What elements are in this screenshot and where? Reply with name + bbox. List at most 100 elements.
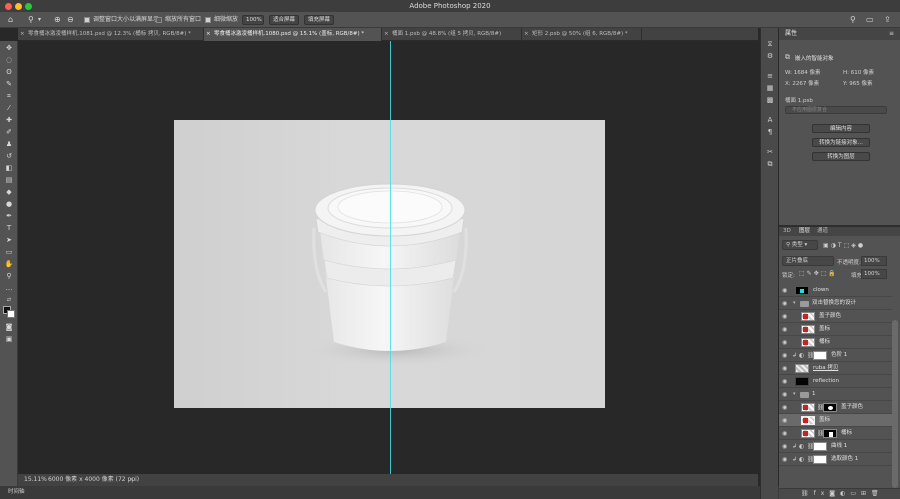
zoom-out-icon[interactable]: ⊖ <box>67 12 74 28</box>
visibility-eye-icon[interactable]: ◉ <box>782 339 787 346</box>
chevron-down-icon[interactable]: ▾ <box>793 297 796 310</box>
tab-close-icon[interactable]: × <box>384 28 389 41</box>
layer-name[interactable]: 桶标 <box>841 427 852 440</box>
fit-screen-button[interactable]: 适合屏幕 <box>269 15 299 25</box>
rectangle-tool-icon[interactable]: ▭ <box>3 248 15 257</box>
layer-filter-select[interactable]: ⚲ 类型 ▾ <box>782 240 818 250</box>
layer-row-selective-color[interactable]: ◉ ↲ ◐ ⛓ 选取颜色 1 <box>779 453 892 466</box>
layer-name[interactable]: clown <box>813 284 829 297</box>
layer-name[interactable]: 桶标 <box>819 336 830 349</box>
opacity-input[interactable]: 100% <box>861 256 887 266</box>
zoom-100-button[interactable]: 100% <box>242 15 264 25</box>
tab-3d[interactable]: 3D <box>783 227 791 236</box>
quick-mask-icon[interactable]: ◙ <box>3 323 15 332</box>
crop-tool-icon[interactable]: ⌗ <box>3 92 15 101</box>
visibility-eye-icon[interactable]: ◉ <box>782 443 787 450</box>
tab-bucket-psb[interactable]: × 桶面 1.psb @ 48.8% (组 5 拷贝, RGB/8#) <box>382 28 522 41</box>
timeline-label[interactable]: 时间轴 <box>8 486 25 499</box>
layer-name[interactable]: 曲线 1 <box>831 440 847 453</box>
layer-row-lid-label[interactable]: ◉ 盖标 <box>779 323 892 336</box>
convert-to-linked-button[interactable]: 转换为链接对象... <box>812 138 870 147</box>
filter-icons[interactable]: ▣◑T⬚◈● <box>823 242 865 249</box>
tab-doc-1081[interactable]: × 零食桶冰激凌桶样机.1081.psd @ 12.3% (桶标 拷贝, RGB/… <box>18 28 204 41</box>
visibility-eye-icon[interactable]: ◉ <box>782 300 787 307</box>
marquee-tool-icon[interactable]: ◌ <box>3 56 15 65</box>
panel-menu-icon[interactable]: ≡ <box>889 28 894 40</box>
adjust-icon[interactable]: ⚙ <box>765 52 775 60</box>
brush-tool-icon[interactable]: ✐ <box>3 128 15 137</box>
layer-row-levels[interactable]: ◉ ↲ ◐ ⛓ 色阶 1 <box>779 349 892 362</box>
channels-icon[interactable]: ▦ <box>765 84 775 92</box>
minimize-window-button[interactable] <box>15 3 22 10</box>
layer-row-group-design[interactable]: ◉ ▾ 双击替换您的设计 <box>779 297 892 310</box>
layer-row-ruba-copy[interactable]: ◉ ruba 拷贝 <box>779 362 892 375</box>
visibility-eye-icon[interactable]: ◉ <box>782 365 787 372</box>
layer-row-clown[interactable]: ◉ clown <box>779 284 892 297</box>
layer-row-bucket-label[interactable]: ◉ 桶标 <box>779 336 892 349</box>
fill-screen-button[interactable]: 填充屏幕 <box>304 15 334 25</box>
more-tools-icon[interactable]: … <box>3 284 15 293</box>
visibility-eye-icon[interactable]: ◉ <box>782 456 787 463</box>
lasso-tool-icon[interactable]: ʘ <box>3 68 15 77</box>
tab-doc-1080[interactable]: × 零食桶冰激凌桶样机.1080.psd @ 15.1% (盖标, RGB/8#)… <box>204 28 382 41</box>
layer-row-lid-color-masked[interactable]: ◉ ⛓ 盖子颜色 <box>779 401 892 414</box>
layer-action-icons[interactable]: ⛓fx◙◐▭⊞🗑 <box>801 490 884 497</box>
blend-mode-select[interactable]: 正片叠底 <box>782 256 834 266</box>
tools-icon[interactable]: ✂ <box>765 148 775 156</box>
layer-name[interactable]: 盖子颜色 <box>819 310 841 323</box>
background-color-swatch[interactable] <box>7 310 15 318</box>
tab-close-icon[interactable]: × <box>206 28 211 41</box>
y-field[interactable]: Y: 965 像素 <box>843 79 872 87</box>
visibility-eye-icon[interactable]: ◉ <box>782 404 787 411</box>
layers-scrollbar[interactable] <box>892 320 898 488</box>
width-field[interactable]: W: 1684 像素 <box>785 68 820 76</box>
history-brush-icon[interactable]: ↺ <box>3 152 15 161</box>
layer-name[interactable]: reflection <box>813 375 839 388</box>
chevron-right-icon[interactable]: › <box>130 474 132 486</box>
chevron-down-icon[interactable]: ▾ <box>793 388 796 401</box>
blur-tool-icon[interactable]: ◆ <box>3 188 15 197</box>
resize-windows-checkbox[interactable] <box>84 17 90 23</box>
fill-input[interactable]: 100% <box>861 269 887 279</box>
search-icon[interactable]: ⚲ <box>850 12 856 28</box>
layer-name[interactable]: 盖标 <box>819 414 830 427</box>
hand-tool-icon[interactable]: ✋ <box>3 260 15 269</box>
zoom-all-checkbox[interactable] <box>156 17 162 23</box>
layer-name[interactable]: 选取颜色 1 <box>831 453 858 466</box>
swatches-icon[interactable]: ▩ <box>765 96 775 104</box>
gradient-tool-icon[interactable]: ▤ <box>3 176 15 185</box>
visibility-eye-icon[interactable]: ◉ <box>782 313 787 320</box>
layer-name[interactable]: 双击替换您的设计 <box>812 297 856 310</box>
convert-to-layers-button[interactable]: 转换为图层 <box>812 152 870 161</box>
type-tool-icon[interactable]: T <box>3 224 15 233</box>
layer-row-bucket-label-masked[interactable]: ◉ ⛓ 桶标 <box>779 427 892 440</box>
character-icon[interactable]: A <box>765 116 775 124</box>
path-select-icon[interactable]: ➤ <box>3 236 15 245</box>
layer-row-curves[interactable]: ◉ ↲ ◐ ⛓ 曲线 1 <box>779 440 892 453</box>
move-tool-icon[interactable]: ✥ <box>3 44 15 53</box>
visibility-eye-icon[interactable]: ◉ <box>782 326 787 333</box>
share-icon[interactable]: ⇪ <box>884 12 891 28</box>
clone-source-icon[interactable]: ⧉ <box>765 160 775 168</box>
tab-close-icon[interactable]: × <box>20 28 25 41</box>
visibility-eye-icon[interactable]: ◉ <box>782 430 787 437</box>
eyedropper-tool-icon[interactable]: ⁄ <box>3 104 15 113</box>
layer-name[interactable]: 盖子颜色 <box>841 401 863 414</box>
quick-select-tool-icon[interactable]: ✎ <box>3 80 15 89</box>
workspace-icon[interactable]: ▭ <box>866 12 874 28</box>
paragraph-icon[interactable]: ¶ <box>765 128 775 136</box>
layer-row-group-1[interactable]: ◉ ▾ 1 <box>779 388 892 401</box>
zoom-in-icon[interactable]: ⊕ <box>54 12 61 28</box>
edit-contents-button[interactable]: 编辑内容 <box>812 124 870 133</box>
visibility-eye-icon[interactable]: ◉ <box>782 287 787 294</box>
layer-name[interactable]: 色阶 1 <box>831 349 847 362</box>
brush-settings-icon[interactable]: ≡ <box>765 72 775 80</box>
zoom-tool-icon[interactable]: ⚲ <box>28 12 34 28</box>
visibility-eye-icon[interactable]: ◉ <box>782 352 787 359</box>
history-icon[interactable]: ⧖ <box>765 40 775 48</box>
pen-tool-icon[interactable]: ✒ <box>3 212 15 221</box>
layer-name[interactable]: 盖标 <box>819 323 830 336</box>
zoom-level[interactable]: 15.11% <box>24 474 47 486</box>
chevron-down-icon[interactable]: ▾ <box>38 12 41 28</box>
lock-icons[interactable]: ⬚✎✥⬚🔒 <box>799 270 838 277</box>
